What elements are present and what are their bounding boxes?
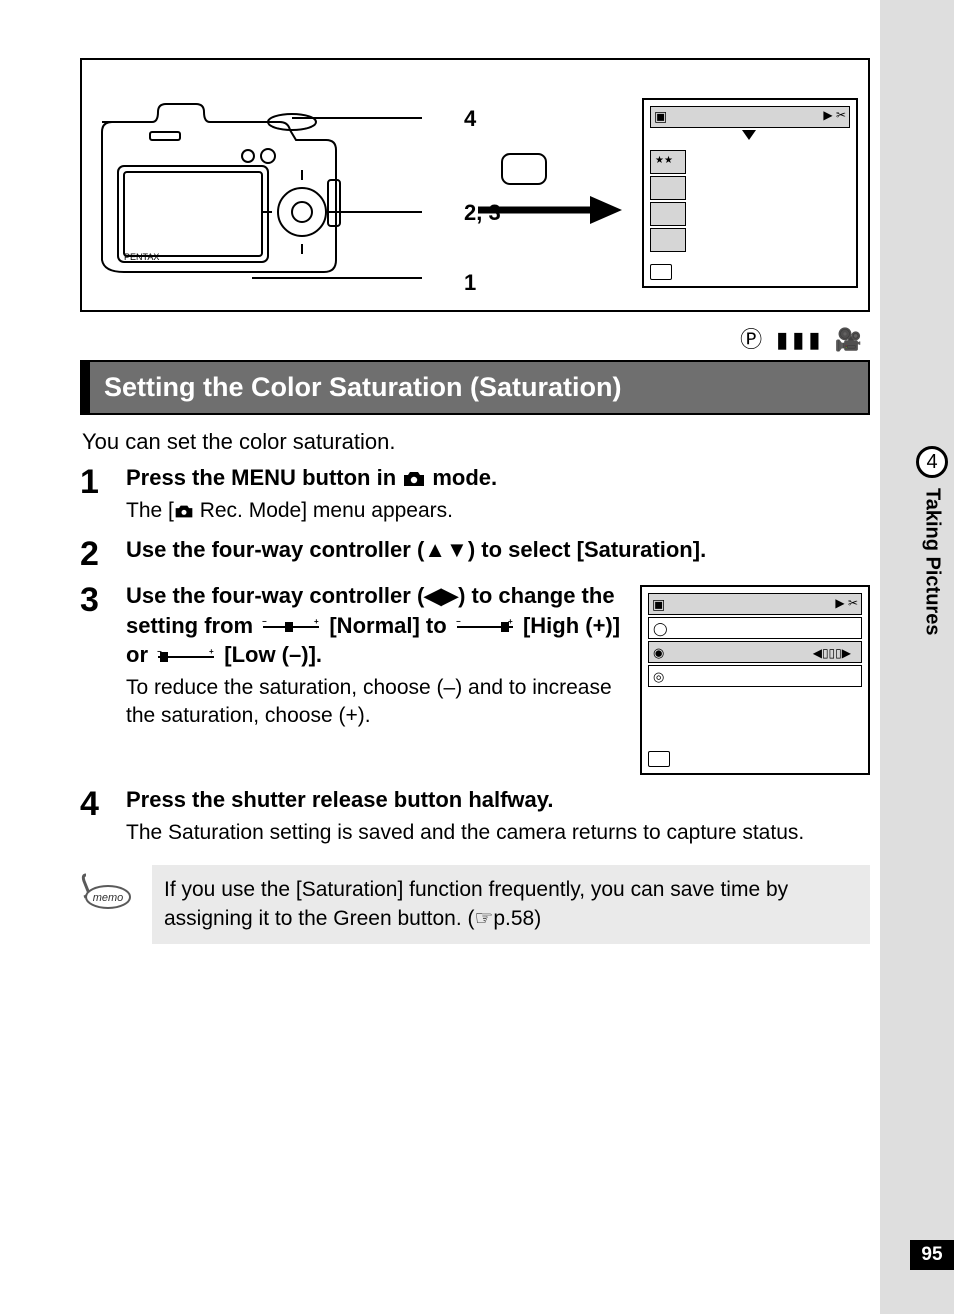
step-3-desc: To reduce the saturation, choose (–) and…: [126, 674, 622, 731]
step-4: 4 Press the shutter release button halfw…: [80, 785, 870, 847]
chapter-number: 4: [916, 446, 948, 478]
callout-label-4: 4: [464, 106, 476, 132]
section-heading: Setting the Color Saturation (Saturation…: [80, 360, 870, 415]
step-number: 3: [80, 581, 126, 775]
text: button in: [296, 465, 402, 490]
menu-row: ◎: [648, 665, 862, 687]
chapter-side-tab: 4 Taking Pictures: [910, 446, 954, 635]
memo-block: memo If you use the [Saturation] functio…: [80, 865, 870, 944]
top-diagram-box: PENTAX 4 2, 3 1 ▣ ▶ ✂: [80, 58, 870, 312]
menu-row: ◯: [648, 617, 862, 639]
page-reference: ☞p.58: [475, 907, 535, 930]
menu-cell-stars: [650, 150, 686, 174]
memo-text: If you use the [Saturation] function fre…: [152, 865, 870, 944]
intro-text: You can set the color saturation.: [82, 429, 868, 455]
saturation-normal-icon: −+: [261, 619, 321, 635]
menu-cell: [650, 176, 686, 200]
saturation-low-icon: −+: [156, 649, 216, 665]
step-1-title: Press the MENU button in mode.: [126, 463, 870, 493]
menu-row-selected: ◉ ◀▯▯▯▶: [648, 641, 862, 663]
svg-text:memo: memo: [93, 892, 124, 904]
step-1-desc: The [ Rec. Mode] menu appears.: [126, 497, 870, 525]
page-number: 95: [910, 1240, 954, 1270]
step-4-title: Press the shutter release button halfway…: [126, 785, 870, 815]
step-4-desc: The Saturation setting is saved and the …: [126, 819, 870, 847]
menu-cell: [650, 202, 686, 226]
svg-text:+: +: [209, 649, 214, 656]
saturation-high-icon: −+: [455, 619, 515, 635]
text: [Normal] to: [329, 613, 452, 638]
step-number: 4: [80, 785, 126, 847]
text: Rec. Mode] menu appears.: [194, 499, 453, 522]
bottom-indicator: [648, 751, 670, 767]
steps-list: 1 Press the MENU button in mode. The [ R…: [80, 463, 870, 847]
bottom-indicator: [650, 264, 672, 280]
lcd-preview-2: ▣ ▶ ✂ ◯ ◉ ◀▯▯▯▶ ◎: [640, 585, 870, 775]
callout-label-1: 1: [464, 270, 476, 296]
text: mode.: [426, 465, 497, 490]
step-number: 2: [80, 535, 126, 571]
lcd-preview-1: ▣ ▶ ✂: [642, 98, 858, 288]
tool-icon: ▶ ✂: [835, 595, 858, 611]
step-1: 1 Press the MENU button in mode. The [ R…: [80, 463, 870, 525]
svg-text:+: +: [508, 619, 513, 626]
text: Press the: [126, 465, 231, 490]
step-2: 2 Use the four-way controller (▲▼) to se…: [80, 535, 870, 571]
svg-text:−: −: [157, 649, 162, 656]
chevron-down-icon: [742, 130, 756, 140]
camera-icon: ▣: [652, 595, 665, 614]
svg-text:−: −: [262, 619, 267, 626]
menu-cell: [650, 228, 686, 252]
text: ): [534, 907, 541, 930]
tool-icon: ▶ ✂: [823, 108, 846, 122]
camera-icon: ▣: [654, 108, 667, 125]
step-3: 3 Use the four-way controller (◀▶) to ch…: [80, 581, 870, 775]
step-2-title: Use the four-way controller (▲▼) to sele…: [126, 535, 870, 565]
memo-icon: memo: [80, 865, 138, 916]
saturation-indicator: ◀▯▯▯▶: [813, 645, 851, 661]
svg-text:PENTAX: PENTAX: [124, 252, 159, 262]
svg-text:−: −: [456, 619, 461, 626]
chapter-title: Taking Pictures: [921, 488, 944, 635]
page-content: PENTAX 4 2, 3 1 ▣ ▶ ✂: [80, 58, 870, 944]
camera-mode-icon: [174, 504, 194, 519]
text: [Low (–)].: [224, 642, 322, 667]
svg-text:+: +: [314, 619, 319, 626]
menu-button-label: MENU: [231, 465, 296, 490]
step-3-title: Use the four-way controller (◀▶) to chan…: [126, 581, 622, 670]
text: The [: [126, 499, 174, 522]
camera-illustration: PENTAX: [92, 92, 422, 292]
mode-icons-row: Ⓟ ▮▮▮ 🎥: [80, 322, 866, 354]
step-number: 1: [80, 463, 126, 525]
arrow-to-screen: [472, 152, 632, 232]
camera-mode-icon: [402, 470, 426, 488]
page-margin-right: [880, 0, 954, 1314]
